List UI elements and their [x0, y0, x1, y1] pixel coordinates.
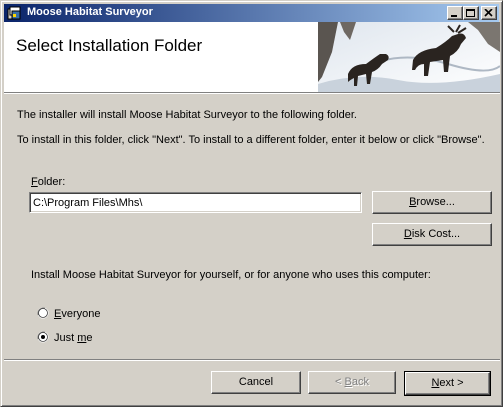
- next-button[interactable]: Next >: [404, 371, 491, 396]
- browse-button[interactable]: Browse...: [372, 191, 492, 214]
- install-scope-question: Install Moose Habitat Surveyor for yours…: [31, 269, 431, 281]
- back-button[interactable]: < Back: [308, 371, 396, 394]
- minimize-button[interactable]: [447, 6, 463, 20]
- intro-text: The installer will install Moose Habitat…: [17, 109, 357, 121]
- maximize-icon: [466, 9, 475, 17]
- window-title: Moose Habitat Surveyor: [27, 6, 153, 18]
- page-title: Select Installation Folder: [16, 36, 203, 55]
- close-button[interactable]: [481, 6, 497, 20]
- close-icon: [484, 9, 493, 17]
- everyone-option-label[interactable]: Everyone: [54, 308, 100, 320]
- title-bar[interactable]: Moose Habitat Surveyor: [4, 4, 499, 22]
- wizard-header: Select Installation Folder: [4, 22, 500, 92]
- cancel-button[interactable]: Cancel: [211, 371, 301, 394]
- minimize-icon: [451, 15, 457, 17]
- header-divider: [4, 92, 500, 94]
- footer-divider: [4, 359, 500, 361]
- everyone-radio[interactable]: [37, 307, 49, 319]
- instruction-text: To install in this folder, click "Next".…: [17, 134, 485, 146]
- disk-cost-button[interactable]: Disk Cost...: [372, 223, 492, 246]
- installer-app-icon: [7, 6, 21, 20]
- installer-window: Moose Habitat Surveyor Select Installati…: [0, 0, 503, 407]
- moose-banner-image: [318, 22, 500, 92]
- folder-input[interactable]: C:\Program Files\Mhs\: [29, 192, 362, 213]
- maximize-button[interactable]: [463, 6, 479, 20]
- folder-label: Folder:: [31, 176, 66, 188]
- just-me-radio[interactable]: [37, 331, 49, 343]
- just-me-option-label[interactable]: Just me: [54, 332, 93, 344]
